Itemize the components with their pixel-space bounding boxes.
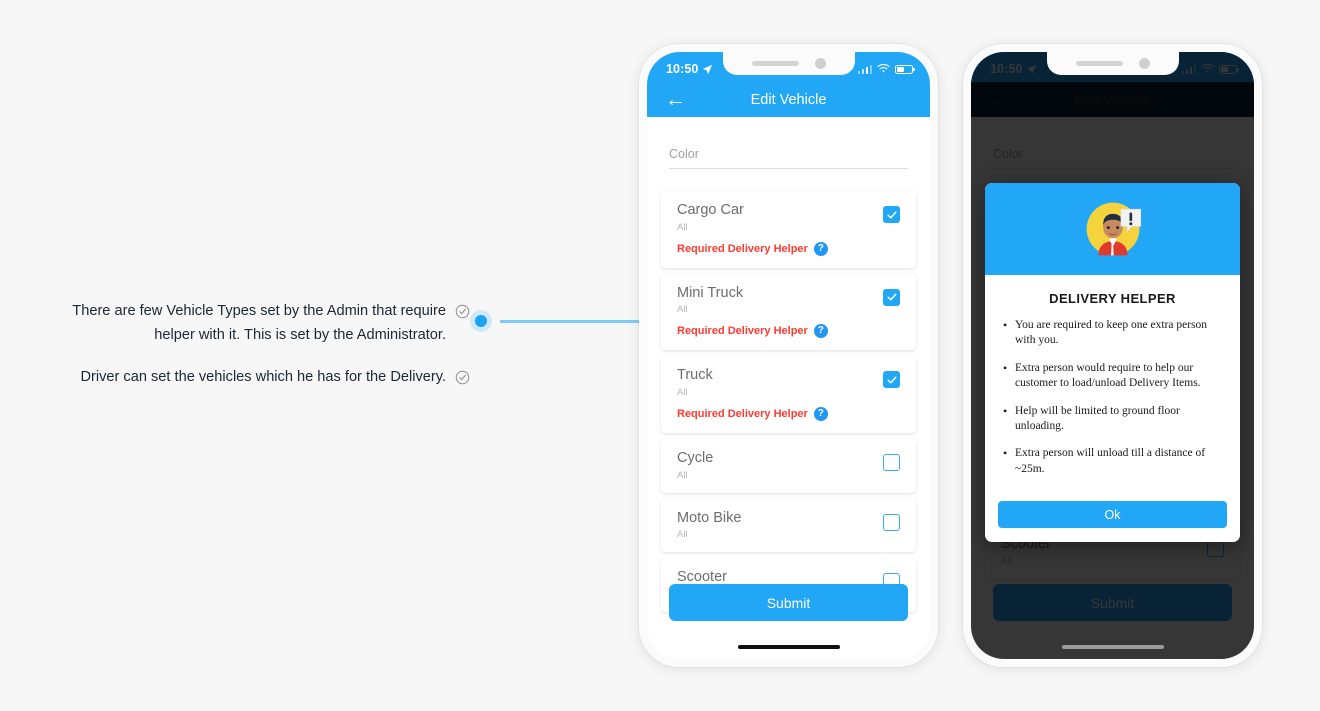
check-icon [887,293,896,301]
check-circle-icon [455,304,470,319]
phone-notch [1046,52,1179,75]
color-field[interactable]: Color [669,147,908,169]
annotation-dot [475,315,487,327]
vehicle-name: Cycle [677,450,714,467]
vehicle-checkbox[interactable] [883,206,900,223]
dialog-hero [985,183,1240,275]
vehicle-row-moto-bike[interactable]: Moto Bike All [661,498,916,553]
help-question-icon[interactable]: ? [813,324,828,339]
submit-button[interactable]: Submit [669,584,908,621]
vehicle-checkbox[interactable] [883,454,900,472]
check-circle-icon [455,371,470,385]
delivery-helper-dialog: DELIVERY HELPER You are required to keep… [985,183,1240,543]
camera-icon [814,58,826,69]
phone-mockup-modal: 10:50 ← Edit Vehicle [963,44,1262,667]
helper-text: Required Delivery Helper [677,242,808,255]
home-indicator [1061,645,1164,649]
dialog-title: DELIVERY HELPER [1049,291,1176,306]
check-icon [887,376,896,384]
vehicle-sub: All [677,304,688,316]
helper-text: Required Delivery Helper [677,408,808,421]
vehicle-name: Truck [677,367,713,384]
phone-notch [722,52,855,75]
annotation-block: There are few Vehicle Types set by the A… [0,300,470,390]
vehicle-row-cycle[interactable]: Cycle All [661,439,916,493]
vehicle-checkbox[interactable] [883,288,900,306]
vehicle-list: Cargo Car All Required Delivery Helper ?… [647,191,930,613]
delivery-helper-avatar-icon [1086,202,1141,256]
annotation-text-2: Driver can set the vehicles which he has… [80,369,446,386]
annotation-connector [470,310,650,332]
list-item: Extra person will unload till a distance… [1001,445,1226,477]
status-time: 10:50 [666,62,699,76]
wifi-icon [877,64,890,73]
speaker-icon [751,61,799,66]
home-indicator [737,645,840,649]
vehicle-sub: All [677,221,688,233]
vehicle-row-cargo-car[interactable]: Cargo Car All Required Delivery Helper ? [661,191,916,268]
helper-text: Required Delivery Helper [677,325,808,338]
vehicle-name: Moto Bike [677,509,742,526]
vehicle-checkbox[interactable] [883,513,900,531]
dialog-bullet-list: You are required to keep one extra perso… [1001,317,1226,477]
helper-note: Required Delivery Helper ? [677,324,883,339]
phone-mockup-list: 10:50 ← Edit Vehicle Color Cargo Car All… [639,44,938,667]
vehicle-row-truck[interactable]: Truck All Required Delivery Helper ? [661,356,916,434]
dialog-footer: Ok [985,493,1240,542]
helper-note: Required Delivery Helper ? [677,407,883,422]
camera-icon [1138,58,1150,69]
battery-icon [895,64,915,74]
speaker-icon [1075,61,1123,66]
vehicle-sub: All [677,529,688,541]
help-question-icon[interactable]: ? [813,407,828,422]
submit-area: Submit [647,584,930,621]
annotation-item: There are few Vehicle Types set by the A… [0,300,470,347]
vehicle-checkbox[interactable] [883,371,900,389]
color-field-placeholder: Color [669,147,699,161]
location-arrow-icon [703,64,713,74]
vehicle-name: Mini Truck [677,284,744,301]
annotation-line [500,319,650,323]
list-item: Help will be limited to ground floor unl… [1001,403,1226,435]
signal-icon [857,64,872,74]
vehicle-sub: All [677,387,688,399]
screen-content: Color Cargo Car All Required Delivery He… [647,117,930,659]
annotation-text-1: There are few Vehicle Types set by the A… [72,303,446,343]
check-icon [887,211,896,218]
ok-button[interactable]: Ok [998,501,1227,529]
status-time-group: 10:50 [666,62,713,76]
phone-screen: 10:50 ← Edit Vehicle [647,52,930,659]
vehicle-row-mini-truck[interactable]: Mini Truck All Required Delivery Helper … [661,273,916,351]
modal-scrim-navbar [971,82,1254,117]
phone-screen: 10:50 ← Edit Vehicle [971,52,1254,659]
back-button[interactable]: ← [665,89,687,110]
list-item: You are required to keep one extra perso… [1001,317,1226,349]
help-question-icon[interactable]: ? [813,241,828,256]
list-item: Extra person would require to help our c… [1001,360,1226,392]
annotation-item: Driver can set the vehicles which he has… [0,366,470,390]
vehicle-sub: All [677,469,688,481]
page-title: Edit Vehicle [750,91,827,108]
nav-bar: ← Edit Vehicle [647,82,930,117]
vehicle-name: Cargo Car [677,202,744,218]
status-icons [857,64,915,74]
dialog-body: You are required to keep one extra perso… [985,317,1240,493]
helper-note: Required Delivery Helper ? [677,241,883,256]
